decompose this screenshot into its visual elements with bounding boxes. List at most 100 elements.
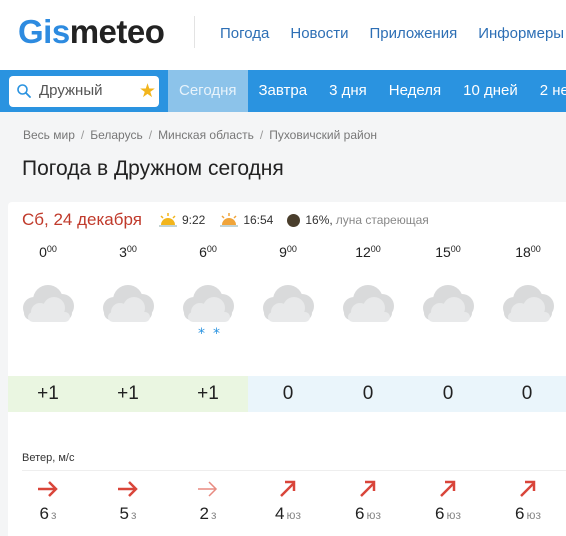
wind-cell: 5з (88, 478, 168, 524)
temperature-value: +1 (8, 376, 88, 412)
svg-text:*: * (213, 326, 220, 342)
temperature-value: 0 (328, 376, 408, 412)
wind-cell: 6 юз (328, 478, 408, 524)
hour-label: 1800 (515, 244, 541, 260)
period-bar: Дружный ★ Сегодня Завтра 3 дня Неделя 10… (0, 70, 566, 112)
temperature-value: 0 (408, 376, 488, 412)
moon-description: луна стареющая (335, 213, 429, 227)
wind-direction: юз (366, 508, 381, 522)
sunset-icon (220, 213, 239, 227)
hour-label: 1200 (355, 244, 381, 260)
hour-label: 300 (119, 244, 137, 260)
wind-arrow-icon (248, 478, 328, 504)
hour-label: 900 (279, 244, 297, 260)
header-divider (194, 16, 195, 48)
wind-direction: юз (526, 508, 541, 522)
wind-direction: з (210, 508, 217, 522)
wind-speed: 6 (355, 504, 365, 523)
nav-pogoda[interactable]: Погода (220, 25, 269, 42)
cloudy-icon (88, 272, 168, 342)
svg-text:*: * (198, 326, 205, 342)
period-tabs: Сегодня Завтра 3 дня Неделя 10 дней 2 не… (168, 70, 566, 112)
sunrise: 9:22 (158, 212, 205, 228)
wind-label: Ветер, м/с (22, 452, 75, 464)
hour-label: 000 (39, 244, 57, 260)
wind-direction: з (50, 508, 57, 522)
moon-phase: 16%, луна стареющая (287, 213, 429, 227)
wind-speed: 5 (119, 504, 129, 523)
moon-icon (287, 213, 301, 227)
wind-arrow-icon (88, 478, 168, 504)
search-value: Дружный (39, 82, 103, 99)
wind-speed: 6 (515, 504, 525, 523)
sunset-time: 16:54 (243, 213, 274, 227)
cloudy-icon (8, 272, 88, 342)
search-icon (17, 84, 31, 98)
sunrise-time: 9:22 (181, 213, 206, 227)
temperature-value: 0 (248, 376, 328, 412)
cloudy-icon (408, 272, 488, 342)
tab-week[interactable]: Неделя (378, 70, 452, 112)
temperature-value: 0 (488, 376, 566, 412)
hour-label: 600 (199, 244, 217, 260)
wind-speed: 6 (39, 504, 49, 523)
wind-arrow-icon (168, 478, 248, 504)
forecast-card: Сб, 24 декабря 9:22 16:54 16%, луна стар… (8, 202, 566, 536)
tab-today[interactable]: Сегодня (168, 70, 248, 112)
breadcrumb-region[interactable]: Минская область (158, 128, 254, 142)
cloudy-icon (328, 272, 408, 342)
cloudy-icon (248, 272, 328, 342)
breadcrumb-world[interactable]: Весь мир (23, 128, 75, 142)
sunset: 16:54 (219, 212, 273, 228)
breadcrumb-separator: / (259, 128, 264, 142)
nav-prilozheniya[interactable]: Приложения (369, 25, 457, 42)
wind-cell: 6 юз (408, 478, 488, 524)
city-search-input[interactable]: Дружный ★ (9, 76, 159, 107)
breadcrumb-separator: / (80, 128, 85, 142)
gismeteo-logo[interactable]: Gismeteo (18, 13, 165, 51)
day-summary: Сб, 24 декабря 9:22 16:54 16%, луна стар… (22, 210, 429, 230)
wind-divider (22, 470, 566, 471)
moon-percent: 16%, (305, 213, 333, 227)
top-nav: Погода Новости Приложения Информеры (220, 25, 566, 42)
tab-tomorrow[interactable]: Завтра (248, 70, 319, 112)
date-label: Сб, 24 декабря (22, 210, 142, 229)
tab-2-weeks[interactable]: 2 нед (529, 70, 566, 112)
wind-speed: 2 (199, 504, 209, 523)
tab-3-days[interactable]: 3 дня (318, 70, 378, 112)
temperature-row: +1 +1 +1 0 0 0 0 (8, 376, 566, 412)
wind-cell: 6з (8, 478, 88, 524)
wind-speed: 4 (275, 504, 285, 523)
site-header: Gismeteo Погода Новости Приложения Инфор… (0, 0, 566, 70)
breadcrumb-country[interactable]: Беларусь (90, 128, 142, 142)
wind-arrow-icon (488, 478, 566, 504)
wind-speed: 6 (435, 504, 445, 523)
tab-10-days[interactable]: 10 дней (452, 70, 529, 112)
wind-direction: з (130, 508, 137, 522)
breadcrumb-district[interactable]: Пуховичский район (269, 128, 377, 142)
breadcrumb-separator: / (148, 128, 153, 142)
wind-cell: 6 юз (488, 478, 566, 524)
temperature-value: +1 (88, 376, 168, 412)
wind-cell: 4 юз (248, 478, 328, 524)
cloudy-snow-icon: * * (168, 272, 248, 342)
nav-informery[interactable]: Информеры (478, 25, 564, 42)
page-title: Погода в Дружном сегодня (22, 157, 284, 180)
wind-arrow-icon (8, 478, 88, 504)
wind-arrow-icon (328, 478, 408, 504)
sunrise-icon (158, 213, 177, 227)
hours-row: 000 300 600 900 1200 1500 1800 (8, 244, 566, 264)
breadcrumb: Весь мир / Беларусь / Минская область / Пухови… (23, 128, 377, 142)
wind-row: 6 з 5 з 2 з 4 юз 6 юз 6 юз 6 юз (8, 478, 566, 536)
wind-direction: юз (446, 508, 461, 522)
wind-cell: 2з (168, 478, 248, 524)
cloudy-icon (488, 272, 566, 342)
wind-arrow-icon (408, 478, 488, 504)
star-icon[interactable]: ★ (139, 80, 156, 103)
conditions-row: * * (8, 272, 566, 342)
hour-label: 1500 (435, 244, 461, 260)
temperature-value: +1 (168, 376, 248, 412)
main-content: Весь мир / Беларусь / Минская область / Пухови… (0, 112, 566, 536)
nav-novosti[interactable]: Новости (290, 25, 348, 42)
wind-direction: юз (286, 508, 301, 522)
